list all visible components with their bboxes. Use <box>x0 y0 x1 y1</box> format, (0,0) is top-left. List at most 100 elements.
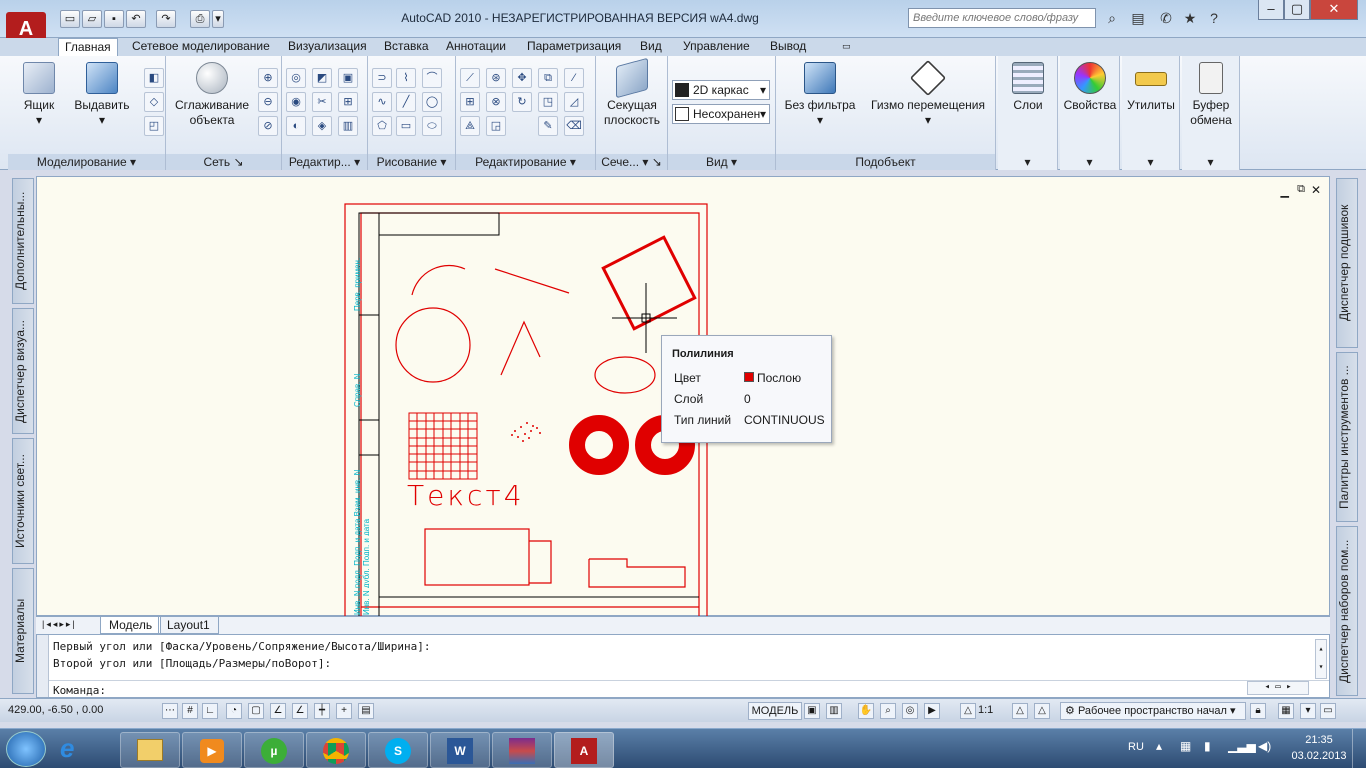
command-prompt[interactable]: Команда: <box>53 684 106 697</box>
tab-output[interactable]: Вывод <box>764 38 812 56</box>
palette-markup-set-manager[interactable]: Диспетчер наборов пом... <box>1336 526 1358 696</box>
undo-icon[interactable]: ↶ <box>126 10 146 28</box>
tab-view[interactable]: Вид <box>634 38 668 56</box>
properties-expand-icon[interactable]: ▾ <box>1060 154 1119 170</box>
workspace-switch[interactable]: ⚙ Рабочее пространство начал ▾ <box>1060 702 1246 720</box>
autocad-taskbar-button[interactable]: A <box>554 732 614 768</box>
annotation-visibility-icon[interactable]: △ <box>1012 703 1028 719</box>
tab-annotate[interactable]: Аннотации <box>440 38 512 56</box>
slice-icon[interactable]: ✂ <box>312 92 332 112</box>
media-player-taskbar-button[interactable]: ▶ <box>182 732 242 768</box>
3d-mirror-icon[interactable]: ⊗ <box>486 92 506 112</box>
snap-mode-icon[interactable]: ⋯ <box>162 703 178 719</box>
circle-icon[interactable]: ◯ <box>422 92 442 112</box>
scale-icon[interactable]: ◲ <box>486 116 506 136</box>
extrude-faces-icon[interactable]: ◩ <box>312 68 332 88</box>
model-space-toggle[interactable]: МОДЕЛЬ <box>748 702 802 720</box>
subtract-icon[interactable]: ◉ <box>286 92 306 112</box>
shell-icon[interactable]: ▣ <box>338 68 358 88</box>
rectangle-icon[interactable]: ▭ <box>396 116 416 136</box>
panel-label-draw[interactable]: Рисование ▾ <box>368 154 455 170</box>
thicken-icon[interactable]: ◈ <box>312 116 332 136</box>
panel-label-modeling[interactable]: Моделирование ▾ <box>8 154 165 170</box>
tab-layout1[interactable]: Layout1 <box>158 617 219 634</box>
properties-button[interactable]: Свойства <box>1062 62 1118 113</box>
annotation-scale-icon[interactable]: △ <box>960 703 976 719</box>
spline-icon[interactable]: ∿ <box>372 92 392 112</box>
extrude-button[interactable]: Выдавить ▾ <box>72 62 132 128</box>
no-filter-button[interactable]: Без фильтра ▾ <box>782 62 858 128</box>
erase-icon[interactable]: ⌫ <box>564 116 584 136</box>
mesh-crease-icon[interactable]: ⊘ <box>258 116 278 136</box>
3d-move-icon[interactable]: ✥ <box>512 68 532 88</box>
explorer-taskbar-button[interactable] <box>120 732 180 768</box>
network-icon[interactable]: ▦ <box>1180 739 1191 753</box>
subscription-icon[interactable]: ▤ <box>1128 9 1148 27</box>
quick-properties-icon[interactable]: ▤ <box>358 703 374 719</box>
steeringwheel-icon[interactable]: ◎ <box>902 703 918 719</box>
utilities-button[interactable]: Утилиты <box>1124 62 1178 113</box>
favorites-icon[interactable]: ★ <box>1180 9 1200 27</box>
clock-date[interactable]: 03.02.2013 <box>1290 750 1348 762</box>
internet-explorer-icon[interactable]: e <box>60 733 74 764</box>
zoom-icon[interactable]: ⌕ <box>880 703 896 719</box>
palette-additional[interactable]: Дополнительны... <box>12 178 34 304</box>
mesh-sphere-remove-icon[interactable]: ⊖ <box>258 92 278 112</box>
3d-array-icon[interactable]: ⊞ <box>460 92 480 112</box>
power-icon[interactable]: ▮ <box>1204 739 1211 753</box>
annotation-scale-value[interactable]: 1:1 <box>978 704 993 716</box>
tab-manage[interactable]: Управление <box>677 38 756 56</box>
ducs-icon[interactable]: ┿ <box>314 703 330 719</box>
clean-screen-icon[interactable]: ▭ <box>1320 703 1336 719</box>
show-desktop-button[interactable] <box>1352 729 1366 768</box>
plot-icon[interactable]: ⎙ <box>190 10 210 28</box>
3d-rotate-icon[interactable]: ⊛ <box>486 68 506 88</box>
chrome-taskbar-button[interactable] <box>306 732 366 768</box>
clipboard-button[interactable]: Буфер обмена <box>1184 62 1238 128</box>
isolate-objects-icon[interactable]: ▾ <box>1300 703 1316 719</box>
panel-label-section[interactable]: Сече... ▾ ↘ <box>596 154 667 170</box>
tab-render[interactable]: Визуализация <box>282 38 373 56</box>
maximize-button[interactable]: ▢ <box>1284 0 1310 20</box>
coordinates-readout[interactable]: 429.00, -6.50 , 0.00 <box>8 704 103 716</box>
utilities-expand-icon[interactable]: ▾ <box>1122 154 1179 170</box>
tray-arrow-icon[interactable]: ▴ <box>1156 739 1162 753</box>
lock-icon[interactable]: 🔒︎ <box>1250 703 1266 719</box>
volume-icon[interactable]: ◀) <box>1258 739 1271 753</box>
pan-icon[interactable]: ✋ <box>858 703 874 719</box>
quick-view-layouts-icon[interactable]: ▣ <box>804 703 820 719</box>
smooth-icon[interactable]: ◰ <box>144 116 164 136</box>
match-properties-icon[interactable]: ✎ <box>538 116 558 136</box>
tab-model[interactable]: Модель <box>100 617 162 634</box>
tab-insert[interactable]: Вставка <box>378 38 435 56</box>
minimize-button[interactable]: – <box>1258 0 1284 20</box>
tab-parametric[interactable]: Параметризация <box>521 38 627 56</box>
layers-expand-icon[interactable]: ▾ <box>998 154 1057 170</box>
helix-icon[interactable]: ⌇ <box>396 68 416 88</box>
polar-tracking-icon[interactable]: ◔ <box>226 703 242 719</box>
tab-home[interactable]: Главная <box>58 38 118 56</box>
smooth-object-button[interactable]: Сглаживание объекта <box>170 62 254 128</box>
ribbon-toggle-icon[interactable]: ▭ <box>836 38 857 56</box>
utorrent-taskbar-button[interactable]: µ <box>244 732 304 768</box>
panel-label-view[interactable]: Вид ▾ <box>668 154 775 170</box>
view-dropdown[interactable]: Несохранен ▾ <box>672 104 770 124</box>
box-button[interactable]: Ящик ▾ <box>14 62 64 128</box>
trim-icon[interactable]: ⁄ <box>564 68 584 88</box>
vertical-scrollbar[interactable]: ▴ ▾ <box>1315 639 1327 679</box>
section-plane-button[interactable]: Секущая плоскость <box>598 57 666 128</box>
language-indicator[interactable]: RU <box>1128 741 1144 753</box>
skype-taskbar-button[interactable]: S <box>368 732 428 768</box>
ellipse-icon[interactable]: ⬭ <box>422 116 442 136</box>
panel-label-edit1[interactable]: Редактир... ▾ <box>282 154 367 170</box>
binoculars-icon[interactable]: ⌕ <box>1102 9 1122 27</box>
showmotion-icon[interactable]: ▶ <box>924 703 940 719</box>
command-window-grip[interactable] <box>37 635 49 697</box>
grid-display-icon[interactable]: # <box>182 703 198 719</box>
stretch-icon[interactable]: ◳ <box>538 92 558 112</box>
auto-scale-icon[interactable]: △ <box>1034 703 1050 719</box>
quick-view-drawings-icon[interactable]: ▥ <box>826 703 842 719</box>
fillet-icon[interactable]: ⟋ <box>460 68 480 88</box>
rotate-icon[interactable]: ↻ <box>512 92 532 112</box>
ortho-mode-icon[interactable]: ∟ <box>202 703 218 719</box>
